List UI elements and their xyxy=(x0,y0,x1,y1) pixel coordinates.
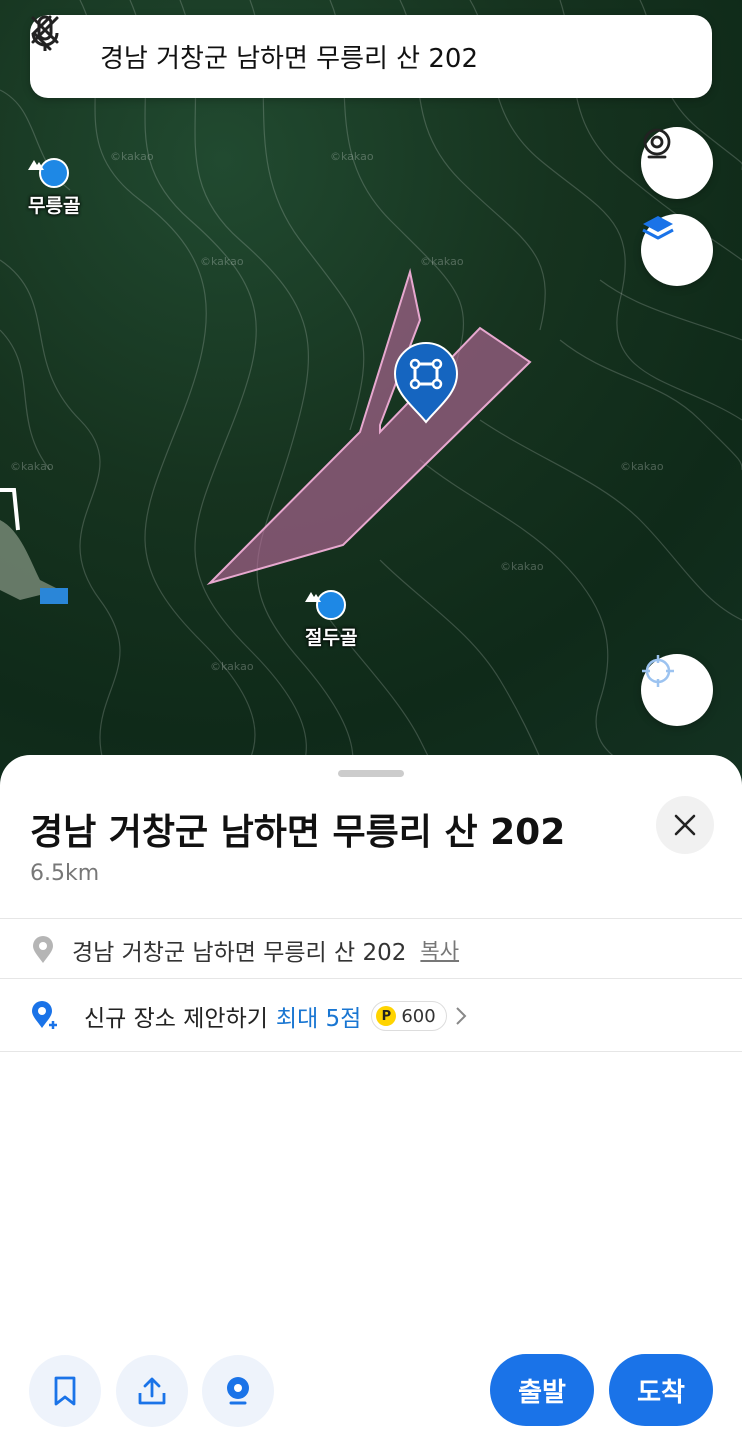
location-pin-icon xyxy=(30,936,56,964)
sheet-drag-handle[interactable] xyxy=(338,770,404,777)
suggest-max-points: 최대 5점 xyxy=(275,1006,362,1032)
divider xyxy=(0,1051,742,1052)
map-watermark: ©kakao xyxy=(10,460,54,473)
close-icon xyxy=(31,16,59,44)
selected-pin-marker[interactable] xyxy=(393,342,459,424)
roadview-button[interactable] xyxy=(641,127,713,199)
poi-marker[interactable]: 무릉골 xyxy=(28,158,80,218)
divider xyxy=(0,918,742,919)
map-watermark: ©kakao xyxy=(620,460,664,473)
address-text: 경남 거창군 남하면 무릉리 산 202 xyxy=(72,940,407,966)
clear-search-button[interactable] xyxy=(31,15,712,98)
bookmark-button[interactable] xyxy=(29,1355,101,1427)
bookmark-icon xyxy=(54,1376,76,1406)
point-badge-value: 600 xyxy=(401,1005,436,1027)
chevron-right-icon xyxy=(455,1006,467,1026)
map-watermark: ©kakao xyxy=(110,150,154,163)
crosshair-icon xyxy=(642,655,674,687)
address-row: 경남 거창군 남하면 무릉리 산 202 복사 xyxy=(0,920,742,980)
place-title: 경남 거창군 남하면 무릉리 산 202 xyxy=(30,812,566,853)
map-watermark: ©kakao xyxy=(200,255,244,268)
point-coin-icon: P xyxy=(376,1006,397,1026)
suggest-new-place-row[interactable]: 신규 장소 제안하기 최대 5점 P 600 xyxy=(0,985,742,1047)
parcel-polygon xyxy=(206,268,532,586)
search-query[interactable]: 경남 거창군 남하면 무릉리 산 202 xyxy=(100,38,572,75)
roadview-icon xyxy=(227,1377,249,1405)
map-view[interactable]: ©kakao ©kakao ©kakao ©kakao ©kakao ©kaka… xyxy=(0,0,742,800)
roadview-icon xyxy=(643,128,671,159)
share-button[interactable] xyxy=(116,1355,188,1427)
mountain-icon xyxy=(305,590,347,620)
close-sheet-button[interactable] xyxy=(656,796,714,854)
point-badge: P 600 xyxy=(371,1001,447,1031)
divider xyxy=(0,978,742,979)
map-watermark: ©kakao xyxy=(210,660,254,673)
depart-button[interactable]: 출발 xyxy=(490,1354,594,1426)
parcel-pin-icon xyxy=(393,342,459,424)
search-bar[interactable]: 경남 거창군 남하면 무릉리 산 202 xyxy=(30,15,712,98)
place-bottom-sheet[interactable]: 경남 거창군 남하면 무릉리 산 202 6.5km 경남 거창군 남하면 무릉… xyxy=(0,755,742,1440)
map-watermark: ©kakao xyxy=(500,560,544,573)
poi-label: 절두골 xyxy=(305,627,358,649)
current-location-button[interactable] xyxy=(641,654,713,726)
copy-address-button[interactable]: 복사 xyxy=(420,935,459,965)
poi-label: 무릉골 xyxy=(28,195,81,217)
map-watermark: ©kakao xyxy=(330,150,374,163)
map-canvas xyxy=(0,0,742,800)
roadview-action-button[interactable] xyxy=(202,1355,274,1427)
map-layers-button[interactable] xyxy=(641,214,713,286)
voice-search-button[interactable] xyxy=(31,15,642,98)
add-location-icon xyxy=(30,1001,60,1031)
arrive-button[interactable]: 도착 xyxy=(609,1354,713,1426)
suggest-label: 신규 장소 제안하기 xyxy=(84,1006,268,1032)
share-icon xyxy=(138,1377,166,1405)
poi-marker[interactable]: 절두골 xyxy=(305,590,357,650)
close-icon xyxy=(674,814,696,836)
place-distance: 6.5km xyxy=(30,861,100,886)
map-watermark: ©kakao xyxy=(420,255,464,268)
mountain-icon xyxy=(28,158,70,188)
layers-icon xyxy=(642,216,674,240)
